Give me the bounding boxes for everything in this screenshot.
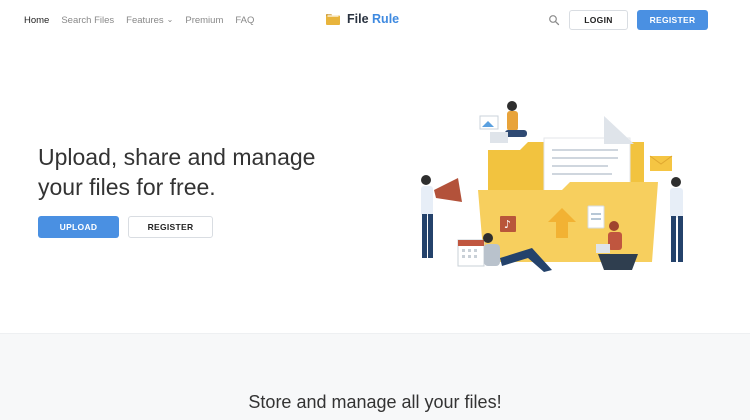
nav-link-faq[interactable]: FAQ	[235, 15, 254, 26]
person-standing-right	[670, 177, 683, 262]
document-icon	[587, 205, 605, 229]
nav-link-search-files[interactable]: Search Files	[61, 15, 114, 26]
logo-text: File Rule	[347, 12, 399, 26]
logo-text-rule: Rule	[372, 12, 400, 26]
person-standing-left	[421, 175, 462, 258]
hero-title-line2: your files for free.	[38, 174, 216, 200]
paper-sheet-fold	[604, 116, 634, 144]
login-button[interactable]: LOGIN	[569, 10, 628, 30]
nav-links: Home Search Files Features ⌄ Premium FAQ	[24, 15, 254, 26]
section-title: Store and manage all your files!	[248, 392, 502, 412]
register-button-hero[interactable]: REGISTER	[128, 216, 213, 238]
upload-button[interactable]: UPLOAD	[38, 216, 119, 238]
chevron-down-icon: ⌄	[166, 15, 174, 24]
nav-link-features[interactable]: Features ⌄	[126, 15, 173, 26]
nav-link-home[interactable]: Home	[24, 15, 49, 26]
features-section: Store and manage all your files!	[0, 333, 750, 420]
search-icon[interactable]	[548, 14, 560, 26]
logo-text-file: File	[347, 12, 369, 26]
site-logo[interactable]: File Rule	[326, 12, 399, 26]
nav-link-features-label: Features	[126, 15, 164, 26]
hero-illustration: ♪	[421, 101, 683, 272]
top-nav: Home Search Files Features ⌄ Premium FAQ …	[0, 0, 750, 42]
svg-text:♪: ♪	[504, 218, 511, 231]
nav-link-premium[interactable]: Premium	[185, 15, 223, 26]
hero-title-line1: Upload, share and manage	[38, 144, 316, 170]
folder-icon	[326, 14, 340, 25]
hero-title: Upload, share and manage your files for …	[38, 142, 368, 202]
register-button-top[interactable]: REGISTER	[637, 10, 708, 30]
